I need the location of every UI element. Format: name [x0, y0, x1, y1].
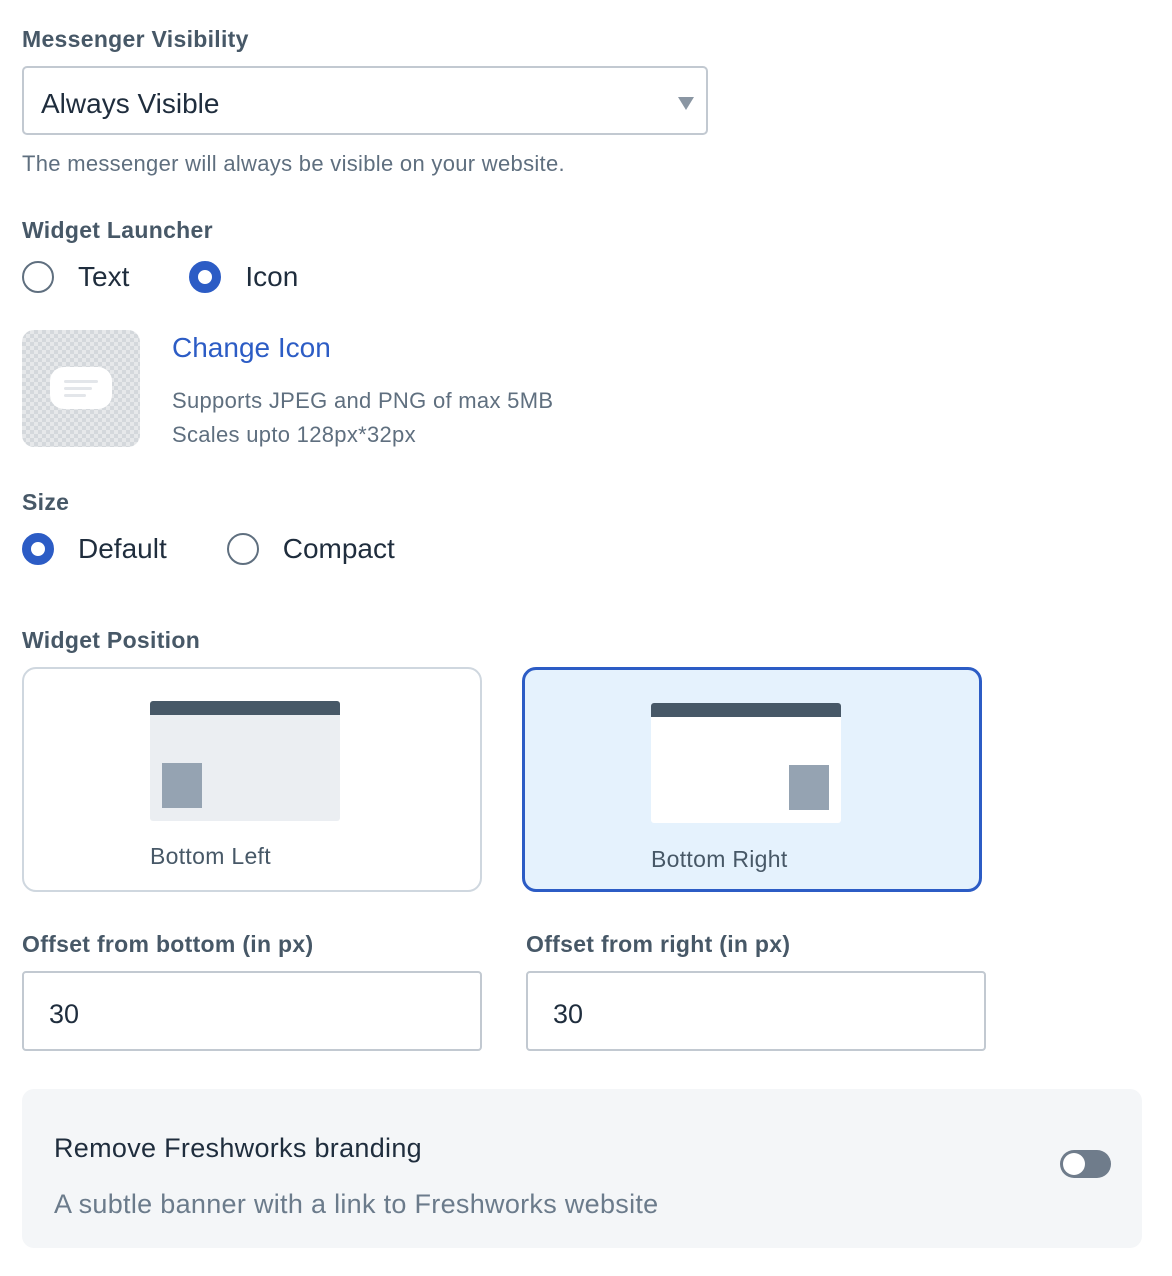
radio-unchecked-icon — [22, 261, 54, 293]
messenger-visibility-label: Messenger Visibility — [22, 26, 249, 52]
offset-right-label: Offset from right (in px) — [526, 931, 791, 957]
bottom-right-preview — [651, 703, 841, 823]
launcher-option-text-label: Text — [78, 261, 130, 292]
radio-checked-icon — [189, 261, 222, 293]
bottom-left-preview — [150, 701, 340, 821]
branding-panel: Remove Freshworks branding A subtle bann… — [22, 1089, 1142, 1248]
chat-bubble-icon — [50, 367, 112, 409]
bottom-right-caption: Bottom Right — [651, 846, 788, 872]
launcher-option-icon-label: Icon — [245, 261, 299, 292]
browser-bar — [150, 701, 340, 715]
position-option-bottom-right[interactable]: Bottom Right — [522, 667, 982, 892]
size-option-compact[interactable]: Compact — [226, 533, 395, 565]
toggle-knob — [1063, 1153, 1085, 1175]
offset-bottom-label: Offset from bottom (in px) — [22, 931, 314, 957]
widget-block-icon — [162, 763, 202, 808]
branding-toggle[interactable] — [1060, 1150, 1111, 1178]
size-option-default[interactable]: Default — [22, 533, 167, 565]
offset-bottom-value: 30 — [49, 999, 80, 1029]
icon-support-scale: Scales upto 128px*32px — [172, 422, 416, 447]
branding-title: Remove Freshworks branding — [54, 1133, 422, 1163]
chevron-down-icon — [678, 97, 694, 110]
size-radio-group: Default Compact — [22, 533, 395, 565]
offset-bottom-input[interactable]: 30 — [22, 971, 482, 1051]
widget-launcher-label: Widget Launcher — [22, 217, 213, 243]
icon-support-format: Supports JPEG and PNG of max 5MB — [172, 388, 554, 413]
launcher-icon-preview — [22, 330, 140, 447]
size-option-default-label: Default — [78, 533, 167, 564]
launcher-option-text[interactable]: Text — [22, 261, 129, 293]
widget-position-label: Widget Position — [22, 627, 201, 653]
change-icon-link[interactable]: Change Icon — [172, 332, 331, 364]
branding-subtitle: A subtle banner with a link to Freshwork… — [54, 1189, 659, 1219]
position-option-bottom-left[interactable]: Bottom Left — [22, 667, 482, 892]
messenger-visibility-value: Always Visible — [41, 88, 220, 119]
offset-right-value: 30 — [553, 999, 584, 1029]
messenger-visibility-select[interactable]: Always Visible — [22, 66, 708, 135]
radio-checked-icon — [22, 533, 54, 565]
launcher-option-icon[interactable]: Icon — [189, 261, 298, 293]
widget-launcher-radio-group: Text Icon — [22, 261, 298, 293]
widget-block-icon — [789, 765, 829, 810]
browser-bar — [651, 703, 841, 717]
size-label: Size — [22, 489, 70, 515]
offset-right-input[interactable]: 30 — [526, 971, 986, 1051]
messenger-visibility-help: The messenger will always be visible on … — [22, 151, 565, 176]
radio-unchecked-icon — [226, 533, 259, 565]
size-option-compact-label: Compact — [282, 533, 395, 564]
bottom-left-caption: Bottom Left — [150, 843, 271, 869]
